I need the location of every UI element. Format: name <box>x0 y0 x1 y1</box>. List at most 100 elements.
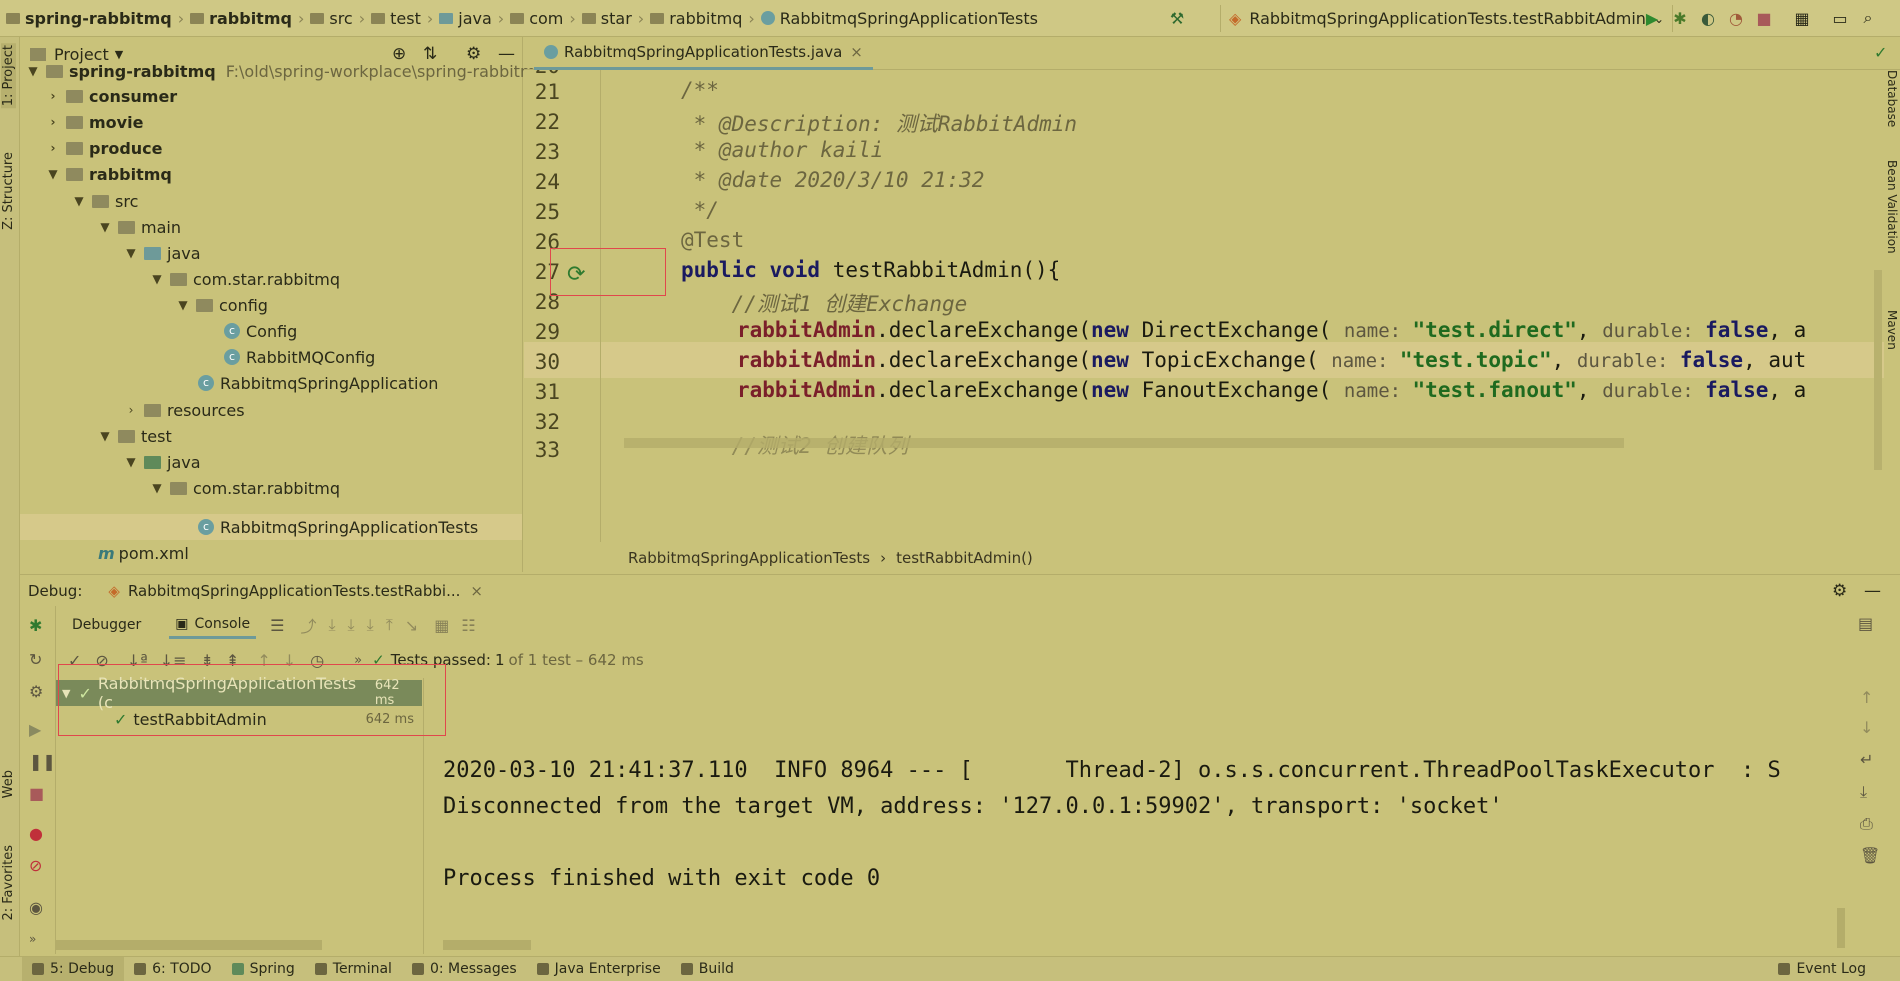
chevron-down-icon: ▼ <box>126 455 136 469</box>
structure-tool-tab[interactable]: Z: Structure <box>1 152 16 230</box>
pause-icon[interactable]: ❚❚ <box>29 752 56 771</box>
breadcrumb-item[interactable]: test › <box>365 0 433 37</box>
tab-spring[interactable]: Spring <box>222 957 305 981</box>
tree-item-application-tests[interactable]: c RabbitmqSpringApplicationTests <box>198 514 478 540</box>
tree-item-package-main[interactable]: ▼ com.star.rabbitmq <box>150 266 340 292</box>
coverage-icon[interactable]: ◐ <box>1698 8 1718 28</box>
gear-icon[interactable]: ⚙ <box>1832 581 1847 601</box>
layout-icon[interactable]: ▤ <box>1858 614 1873 633</box>
resume-icon[interactable]: ▶ <box>29 720 41 739</box>
build-icon[interactable]: ⚒ <box>1167 8 1187 28</box>
line-number: 30 <box>534 350 560 374</box>
up-icon[interactable]: ↑ <box>1860 688 1873 707</box>
breadcrumb-item[interactable]: com › <box>504 0 576 37</box>
code-editor[interactable]: 20 21 22 23 24 25 26 27 28 29 30 31 32 3… <box>524 70 1884 542</box>
vertical-scrollbar[interactable] <box>1874 270 1882 470</box>
rerun-icon[interactable]: ↻ <box>29 650 42 669</box>
tree-item-config-class[interactable]: c Config <box>224 318 297 344</box>
inspection-ok-icon[interactable]: ✓ <box>1874 43 1887 62</box>
horizontal-scrollbar[interactable] <box>443 940 531 950</box>
horizontal-scrollbar[interactable] <box>56 940 322 950</box>
tab-build[interactable]: Build <box>671 957 744 981</box>
tab-messages[interactable]: 0: Messages <box>402 957 527 981</box>
toggle-window-icon[interactable]: ▭ <box>1830 8 1850 28</box>
breadcrumb-item[interactable]: star › <box>576 0 644 37</box>
favorites-tool-tab[interactable]: 2: Favorites <box>1 845 16 921</box>
run-configuration-selector[interactable]: ◈ RabbitmqSpringApplicationTests.testRab… <box>1220 5 1673 32</box>
tree-item-java-main[interactable]: ▼ java <box>124 240 200 266</box>
show-execution-point-icon[interactable]: ⤴ <box>300 613 316 637</box>
tab-java-enterprise[interactable]: Java Enterprise <box>527 957 671 981</box>
tree-item-produce[interactable]: › produce <box>46 135 163 161</box>
hide-icon[interactable]: — <box>1864 581 1881 601</box>
tree-item-application[interactable]: c RabbitmqSpringApplication <box>198 370 438 396</box>
mute-breakpoints-icon[interactable]: ⊘ <box>29 856 42 875</box>
tree-item-rabbitmqconfig[interactable]: c RabbitMQConfig <box>224 344 375 370</box>
breadcrumb-item[interactable]: java › <box>433 0 504 37</box>
horizontal-scrollbar[interactable] <box>624 438 1624 448</box>
menu-icon[interactable]: ☰ <box>270 616 284 635</box>
tree-item-rabbitmq[interactable]: ▼ rabbitmq <box>46 161 171 187</box>
breadcrumb-item[interactable]: src › <box>304 0 365 37</box>
tree-item-consumer[interactable]: › consumer <box>46 83 178 109</box>
breadcrumb-item[interactable]: RabbitmqSpringApplicationTests <box>755 0 1038 37</box>
breadcrumb-method[interactable]: testRabbitAdmin() <box>896 549 1033 567</box>
project-structure-icon[interactable]: ▦ <box>1792 8 1812 28</box>
tab-terminal[interactable]: Terminal <box>305 957 402 981</box>
tab-event-log[interactable]: Event Log <box>1768 957 1876 981</box>
vertical-scrollbar[interactable] <box>1837 908 1845 948</box>
evaluate-expression-icon[interactable]: ▦ <box>434 616 449 635</box>
editor-tab-active[interactable]: RabbitmqSpringApplicationTests.java × <box>534 37 873 70</box>
tab-console[interactable]: ▣ Console <box>169 612 257 639</box>
tree-item-package-test[interactable]: ▼ com.star.rabbitmq <box>150 475 340 501</box>
step-over-icon[interactable]: ⤓ <box>328 615 335 635</box>
database-tool-tab[interactable]: Database <box>1885 70 1899 127</box>
step-into-icon[interactable]: ⤓ <box>348 615 355 635</box>
tree-item-config-folder[interactable]: ▼ config <box>176 292 268 318</box>
stop-icon[interactable]: ■ <box>29 784 44 803</box>
tree-item-java-test[interactable]: ▼ java <box>124 449 200 475</box>
project-tool-tab[interactable]: 1: Project <box>1 43 16 109</box>
tree-item-pom[interactable]: m pom.xml <box>98 540 189 566</box>
package-icon <box>196 298 213 312</box>
more-icon[interactable]: » <box>29 932 36 946</box>
print-icon[interactable]: ⎙ <box>1860 814 1873 834</box>
stop-icon[interactable]: ■ <box>1754 8 1774 28</box>
step-out-icon[interactable]: ⤒ <box>386 615 393 635</box>
tree-item-src[interactable]: ▼ src <box>72 188 138 214</box>
trash-icon[interactable]: 🗑 <box>1860 846 1880 865</box>
breadcrumb-class[interactable]: RabbitmqSpringApplicationTests <box>628 549 870 567</box>
view-breakpoints-icon[interactable]: ● <box>29 824 43 843</box>
close-icon[interactable]: × <box>850 43 863 61</box>
soft-wrap-icon[interactable]: ↵ <box>1860 750 1873 769</box>
breadcrumb-item[interactable]: rabbitmq › <box>184 0 304 37</box>
console-output[interactable]: 2020-03-10 21:41:37.110 INFO 8964 --- [ … <box>425 678 1845 954</box>
close-icon[interactable]: × <box>470 582 483 600</box>
maven-tool-tab[interactable]: Maven <box>1885 310 1899 350</box>
tree-item-main[interactable]: ▼ main <box>98 214 181 240</box>
down-icon[interactable]: ↓ <box>1860 718 1873 737</box>
debug-session-tab[interactable]: RabbitmqSpringApplicationTests.testRabbi… <box>128 582 460 600</box>
debug-bug-icon[interactable]: ✱ <box>29 616 42 635</box>
tree-root-spring-rabbitmq[interactable]: ▼ spring-rabbitmq F:\old\spring-workplace\… <box>26 58 545 84</box>
modify-run-icon[interactable]: ⚙ <box>29 682 43 701</box>
run-icon[interactable]: ▶ <box>1642 8 1662 28</box>
bean-validation-tool-tab[interactable]: Bean Validation <box>1885 160 1899 254</box>
force-step-into-icon[interactable]: ⤓ <box>367 615 374 635</box>
tree-item-movie[interactable]: › movie <box>46 109 144 135</box>
debug-icon[interactable]: ✱ <box>1670 8 1690 28</box>
camera-icon[interactable]: ◉ <box>29 898 43 917</box>
tree-item-test[interactable]: ▼ test <box>98 423 171 449</box>
run-to-cursor-icon[interactable]: ↘ <box>405 616 418 635</box>
profile-icon[interactable]: ◔ <box>1726 8 1746 28</box>
tab-debugger[interactable]: Debugger <box>72 617 141 633</box>
web-tool-tab[interactable]: Web <box>1 770 16 798</box>
breadcrumb-item[interactable]: spring-rabbitmq › <box>0 0 184 37</box>
search-everywhere-icon[interactable]: ⌕ <box>1858 8 1878 28</box>
breadcrumb-item[interactable]: rabbitmq › <box>644 0 755 37</box>
tree-item-resources[interactable]: › resources <box>124 397 245 423</box>
scroll-to-end-icon[interactable]: ⤓ <box>1860 782 1867 802</box>
trace-icon[interactable]: ☷ <box>461 616 475 635</box>
tab-debug[interactable]: 5: Debug <box>22 956 125 981</box>
tab-todo[interactable]: 6: TODO <box>124 957 221 981</box>
